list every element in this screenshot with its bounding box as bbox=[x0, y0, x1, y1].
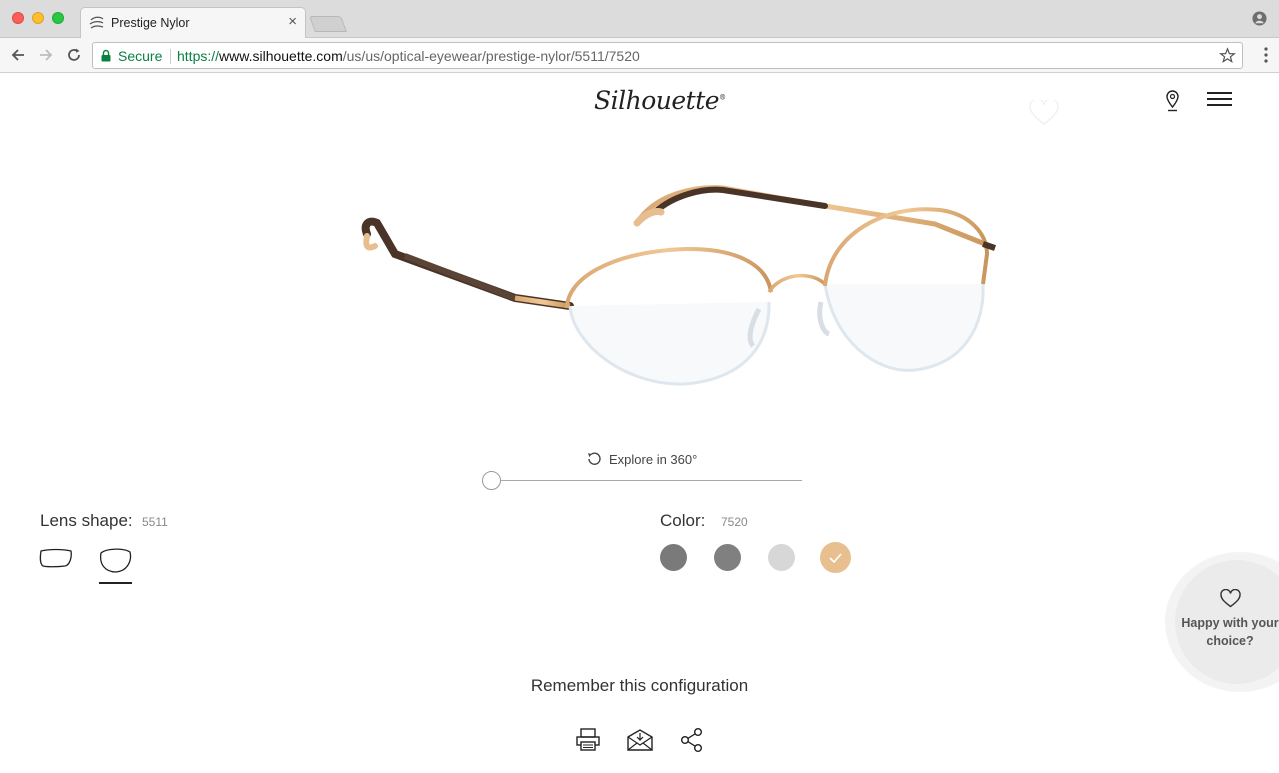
minimize-window-button[interactable] bbox=[32, 12, 44, 24]
secure-label: Secure bbox=[118, 48, 163, 64]
color-swatch-dark-gray[interactable] bbox=[660, 544, 687, 571]
heart-icon bbox=[1220, 589, 1241, 608]
rotation-slider-thumb[interactable] bbox=[482, 471, 501, 490]
logo-registered-mark: ® bbox=[719, 93, 726, 102]
color-swatch-gray[interactable] bbox=[714, 544, 741, 571]
forward-arrow-icon[interactable] bbox=[37, 46, 55, 64]
silhouette-favicon-icon bbox=[89, 16, 104, 29]
profile-icon[interactable] bbox=[1252, 11, 1267, 26]
omnibox-divider bbox=[170, 49, 171, 64]
silhouette-logo[interactable]: Silhouette® bbox=[594, 86, 726, 115]
lens-shape-code: 5511 bbox=[142, 515, 168, 529]
explore-text: Explore in 360° bbox=[609, 451, 698, 467]
email-icon[interactable] bbox=[627, 727, 653, 753]
color-swatch-gold-selected[interactable] bbox=[820, 542, 851, 573]
maximize-window-button[interactable] bbox=[52, 12, 64, 24]
url-host: www.silhouette.com bbox=[219, 48, 343, 64]
logo-text: Silhouette bbox=[594, 86, 720, 115]
happy-widget-text[interactable]: Happy with your choice? bbox=[1180, 614, 1279, 650]
product-page: Silhouette® Explore in 360° Lens shape: … bbox=[0, 74, 1279, 773]
rotate-360-icon bbox=[588, 452, 601, 465]
color-swatch-light-gray[interactable] bbox=[768, 544, 795, 571]
browser-menu-icon[interactable] bbox=[1264, 47, 1268, 63]
url-scheme: https:// bbox=[177, 48, 220, 64]
hamburger-menu-icon[interactable] bbox=[1207, 92, 1232, 108]
color-code: 7520 bbox=[721, 515, 748, 529]
print-icon[interactable] bbox=[575, 727, 601, 753]
close-window-button[interactable] bbox=[12, 12, 24, 24]
new-tab-button[interactable] bbox=[309, 16, 347, 32]
lens-shape-rectangular-option[interactable] bbox=[39, 546, 73, 570]
bookmark-star-icon[interactable] bbox=[1219, 47, 1236, 64]
lens-shape-label: Lens shape: bbox=[40, 511, 133, 530]
browser-toolbar: Secure https://www.silhouette.com/us/us/… bbox=[0, 38, 1279, 73]
browser-tab-active[interactable]: Prestige Nylor × bbox=[80, 7, 306, 38]
tab-title: Prestige Nylor bbox=[111, 16, 190, 30]
remember-configuration-label: Remember this configuration bbox=[530, 676, 749, 695]
address-bar[interactable]: Secure https://www.silhouette.com/us/us/… bbox=[92, 42, 1243, 69]
lens-shape-selected-indicator bbox=[99, 582, 132, 584]
lock-icon bbox=[101, 49, 111, 62]
color-label: Color: bbox=[660, 511, 706, 530]
share-icon[interactable] bbox=[679, 727, 705, 753]
tab-strip: Prestige Nylor × bbox=[0, 0, 1279, 38]
wishlist-heart-icon[interactable] bbox=[1029, 100, 1059, 126]
check-icon bbox=[829, 552, 842, 563]
store-locator-pin-icon[interactable] bbox=[1165, 90, 1180, 112]
product-glasses-image[interactable] bbox=[355, 174, 1005, 424]
back-arrow-icon[interactable] bbox=[9, 46, 27, 64]
reload-icon[interactable] bbox=[65, 46, 83, 64]
explore-360-label: Explore in 360° bbox=[586, 451, 697, 467]
tab-close-icon[interactable]: × bbox=[288, 14, 297, 30]
url-path: /us/us/optical-eyewear/prestige-nylor/55… bbox=[342, 48, 640, 64]
lens-shape-round-option[interactable] bbox=[98, 546, 133, 575]
url-text[interactable]: https://www.silhouette.com/us/us/optical… bbox=[177, 48, 640, 64]
rotation-slider-track[interactable] bbox=[492, 480, 802, 481]
